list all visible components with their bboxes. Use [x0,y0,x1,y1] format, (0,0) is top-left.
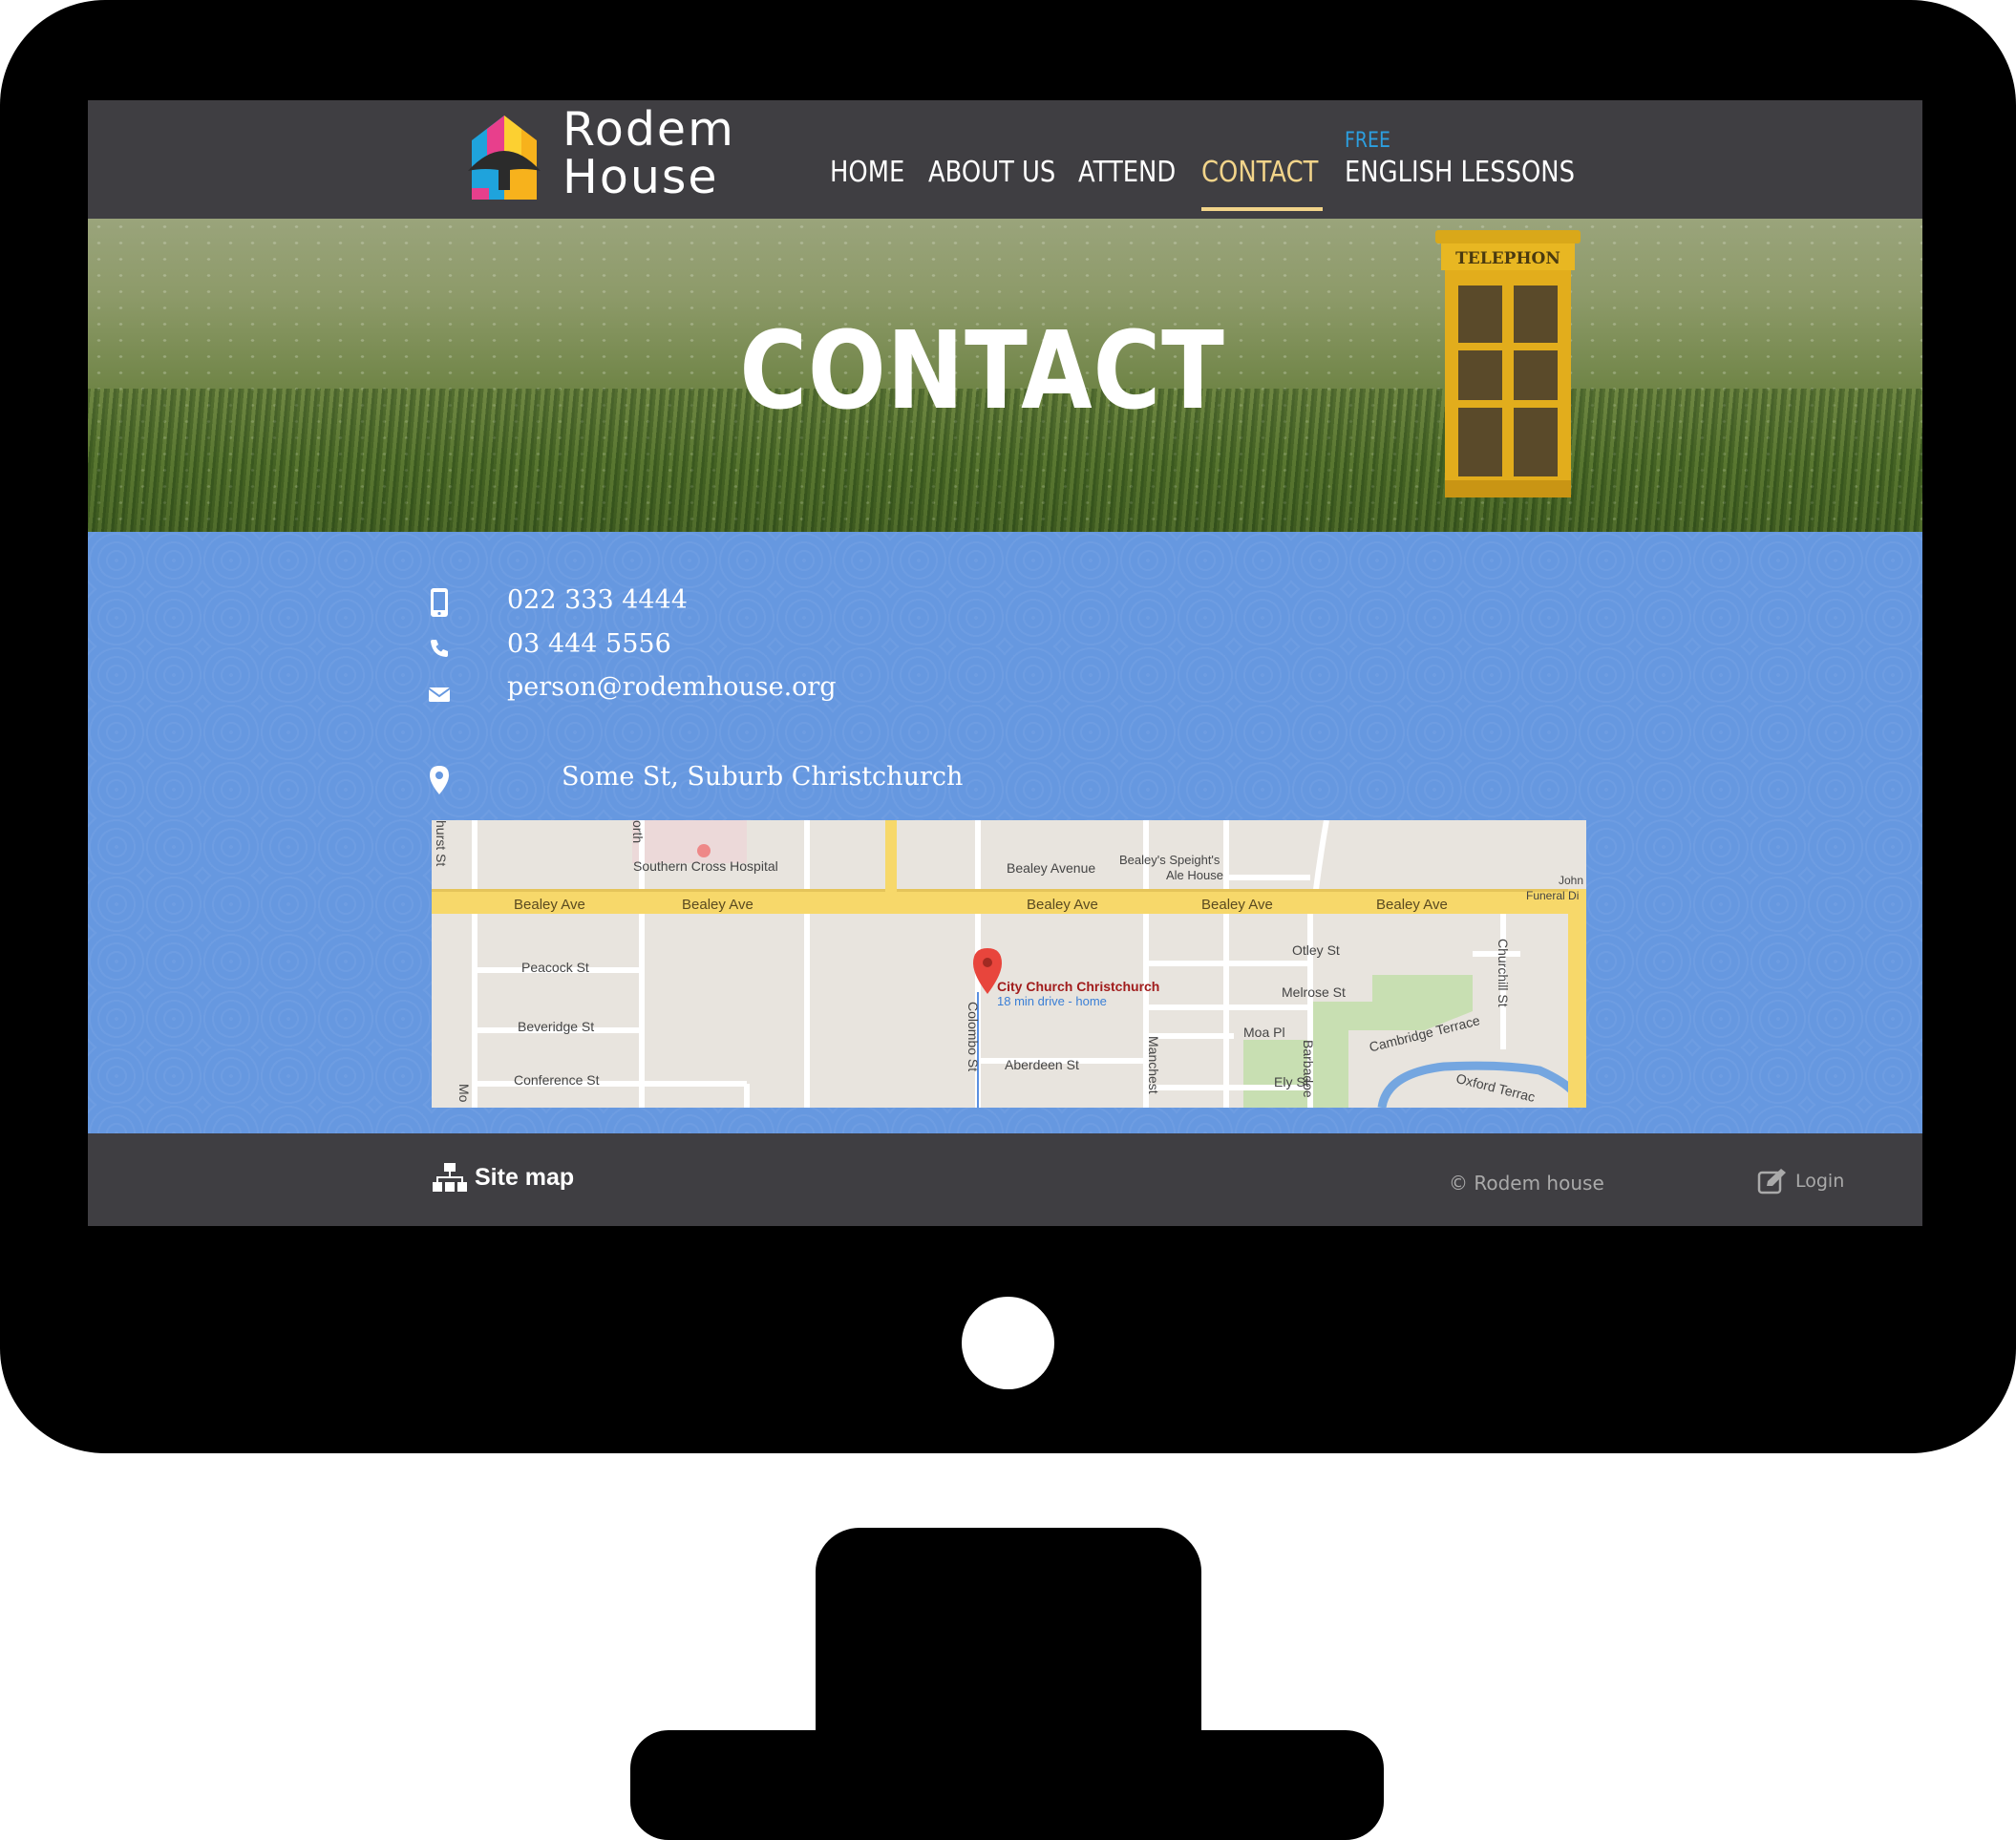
free-badge: FREE [1345,129,1390,153]
map-road-bealey-1: Bealey Ave [514,897,585,913]
brand-name-line1: Rodem [562,102,735,157]
logo-icon[interactable] [460,112,548,207]
map-label-mo: Mo [456,1084,472,1103]
map-label-speights2: Ale House [1166,868,1223,882]
map-label-conference: Conference St [514,1072,600,1088]
nav-contact[interactable]: CONTACT [1201,156,1318,189]
map-label-barbadoes: Barbadoe [1301,1040,1316,1098]
map-label-beveridge: Beveridge St [518,1019,595,1034]
map-label-bealey-avenue: Bealey Avenue [1007,860,1096,876]
map-label-north: orth [630,820,646,844]
map-label-churchill: Churchill St [1496,939,1511,1007]
hero-banner: TELEPHON CONTACT [88,219,1922,532]
booth-sign: TELEPHON [1455,249,1560,268]
brand-name-line2: House [562,150,719,204]
map-label-colombo: Colombo St [966,1002,981,1072]
map-label-aberdeen: Aberdeen St [1005,1057,1079,1072]
mobile-number[interactable]: 022 333 4444 [507,585,688,615]
phone-number[interactable]: 03 444 5556 [507,629,671,659]
page-title: CONTACT [739,309,1225,434]
monitor-frame: Rodem House HOME ABOUT US ATTEND CONTACT… [0,0,2016,1453]
map-road-bealey-2: Bealey Ave [682,897,753,913]
address-text: Some St, Suburb Christchurch [562,762,964,792]
browser-screen: Rodem House HOME ABOUT US ATTEND CONTACT… [88,100,1922,1226]
map-road-bealey-4: Bealey Ave [1201,897,1273,913]
map-label-moa: Moa Pl [1243,1025,1285,1040]
map-label-funeral: Funeral Di [1526,889,1580,902]
map-pin-icon [430,766,449,794]
nav-english-lessons[interactable]: ENGLISH LESSONS [1345,156,1575,189]
map-road-bealey-3: Bealey Ave [1027,897,1098,913]
copyright-text: © Rodem house [1449,1172,1604,1195]
email-icon [428,687,451,702]
map-label-otley: Otley St [1292,942,1340,958]
site-header: Rodem House HOME ABOUT US ATTEND CONTACT… [88,100,1922,219]
login-link[interactable]: Login [1757,1168,1844,1195]
map-label-hurst: hurst St [434,820,449,867]
monitor-stand-base [630,1730,1384,1840]
embedded-map[interactable]: Southern Cross Hospital Bealey Avenue Be… [432,820,1586,1108]
monitor-stand-neck [816,1528,1201,1743]
nav-about-us[interactable]: ABOUT US [928,156,1055,189]
map-label-peacock: Peacock St [521,960,589,975]
brand-name[interactable]: Rodem House [562,106,735,201]
power-button [962,1297,1054,1389]
mobile-phone-icon [431,588,448,617]
sitemap-link[interactable]: Site map [433,1162,574,1193]
site-footer: Site map © Rodem house Login [88,1133,1922,1226]
map-road-bealey-5: Bealey Ave [1376,897,1448,913]
map-place-name[interactable]: City Church Christchurch [997,979,1159,994]
nav-attend[interactable]: ATTEND [1078,156,1176,189]
sitemap-icon [433,1163,467,1192]
phone-icon [431,640,448,657]
sitemap-label: Site map [475,1163,575,1191]
nav-home[interactable]: HOME [830,156,904,189]
email-link[interactable]: person@rodemhouse.org [507,672,837,702]
active-nav-underline [1201,207,1323,211]
contact-section: 022 333 4444 03 444 5556 person@rodemhou… [88,532,1922,1133]
edit-icon [1757,1169,1786,1195]
map-label-melrose: Melrose St [1282,984,1346,1000]
map-label-speights: Bealey's Speight's [1119,853,1220,867]
map-label-hospital: Southern Cross Hospital [633,858,778,874]
map-label-manchester: Manchest [1146,1036,1161,1094]
map-label-john: John [1559,874,1584,887]
login-label: Login [1795,1171,1845,1192]
map-place-sub[interactable]: 18 min drive - home [997,994,1107,1008]
